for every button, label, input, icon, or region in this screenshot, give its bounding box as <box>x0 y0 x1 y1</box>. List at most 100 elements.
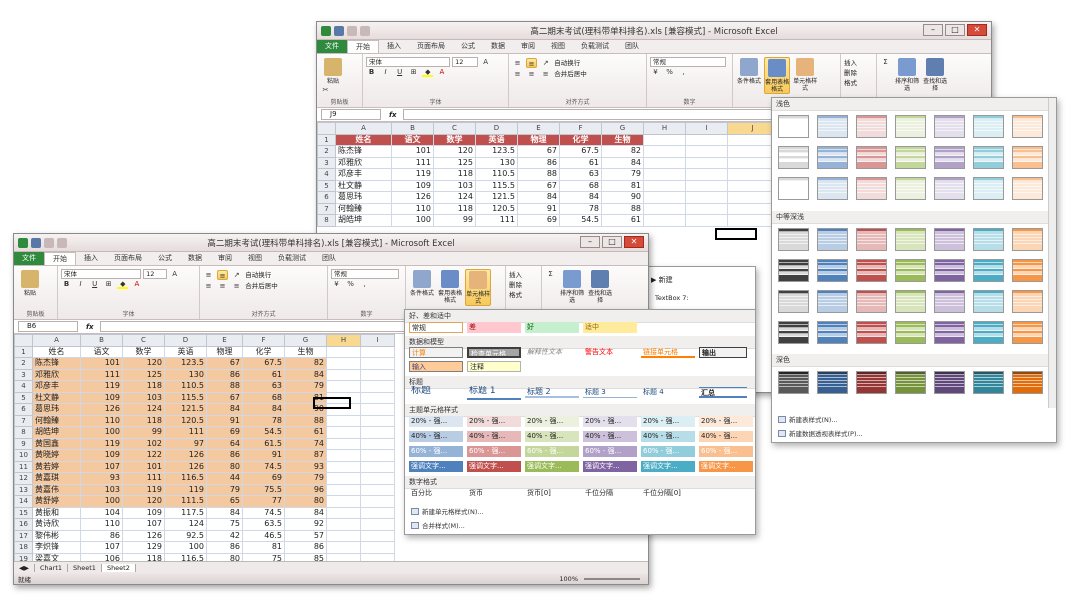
header-cell[interactable]: 数学 <box>433 133 476 146</box>
style-normal[interactable]: 常规 <box>409 322 463 333</box>
back-sheet-grid[interactable]: ABCDEFGHIJ 1 姓名 语文 数学 英语 物理 化学 生物 2 陈杰锋 101 120 123.… <box>317 122 778 227</box>
data-cell[interactable]: 61 <box>242 368 285 381</box>
theme-style-3-2[interactable]: 60% - 强... <box>467 446 521 457</box>
border-icon[interactable]: ⊞ <box>408 67 419 77</box>
data-cell[interactable]: 67 <box>517 179 560 192</box>
front-sheet-grid[interactable]: ABCDEFGHI 1 姓名 语文 数学 英语 物理 化学 生物 2 陈杰锋 101 120 123.5… <box>14 334 395 584</box>
table-style-swatch[interactable] <box>1012 228 1043 251</box>
table-row[interactable]: 9 黄国鑫 119 102 97 64 61.5 74 <box>14 437 395 450</box>
data-cell[interactable]: 63.5 <box>242 518 285 531</box>
style-output[interactable]: 输出 <box>699 347 747 358</box>
data-cell[interactable]: 54.5 <box>559 214 602 227</box>
table-style-swatch[interactable] <box>1012 259 1043 282</box>
comma-icon[interactable]: , <box>359 279 370 289</box>
align-right-icon[interactable]: ≡ <box>231 281 242 291</box>
data-cell[interactable]: 邓雅欣 <box>335 156 392 169</box>
sheet-tab-sheet2[interactable]: Sheet2 <box>101 563 136 572</box>
data-cell[interactable]: 84 <box>284 368 327 381</box>
data-cell[interactable]: 88 <box>517 168 560 181</box>
data-cell[interactable]: 何翰臻 <box>335 202 392 215</box>
empty-cell[interactable] <box>685 202 728 215</box>
table-style-swatch[interactable] <box>895 371 926 394</box>
data-cell[interactable]: 104 <box>80 506 123 519</box>
empty-cell[interactable] <box>360 529 395 542</box>
data-cell[interactable]: 李炽锋 <box>32 541 81 554</box>
align-middle-icon[interactable]: ≡ <box>217 270 229 280</box>
style-linked-cell[interactable]: 链接单元格 <box>641 347 695 358</box>
data-cell[interactable]: 57 <box>284 529 327 542</box>
table-style-swatch[interactable] <box>856 177 887 200</box>
row-number[interactable]: 5 <box>317 179 336 192</box>
data-cell[interactable]: 79 <box>206 483 243 496</box>
data-cell[interactable]: 100 <box>80 426 123 439</box>
empty-cell[interactable] <box>643 191 686 204</box>
table-style-swatch[interactable] <box>973 228 1004 251</box>
table-style-swatch[interactable] <box>973 177 1004 200</box>
theme-style-1-5[interactable]: 20% - 强... <box>641 416 695 427</box>
empty-cell[interactable] <box>326 529 361 542</box>
data-cell[interactable]: 118 <box>122 414 165 427</box>
theme-style-2-2[interactable]: 40% - 强... <box>467 431 521 442</box>
data-cell[interactable]: 80 <box>284 495 327 508</box>
sheet-tab-chart1[interactable]: Chart1 <box>35 563 68 572</box>
data-cell[interactable]: 124 <box>164 518 207 531</box>
data-cell[interactable]: 邓彦丰 <box>32 380 81 393</box>
empty-cell[interactable] <box>643 145 686 158</box>
data-cell[interactable]: 126 <box>80 403 123 416</box>
data-cell[interactable]: 109 <box>80 449 123 462</box>
insert-button[interactable]: 插入 <box>844 57 873 67</box>
data-cell[interactable]: 117.5 <box>164 506 207 519</box>
align-top-icon[interactable]: ≡ <box>203 270 214 280</box>
table-row[interactable]: 2 陈杰锋 101 120 123.5 67 67.5 82 <box>14 357 395 370</box>
sort-filter-button[interactable]: 排序和筛选 <box>894 57 920 92</box>
table-style-swatch[interactable] <box>934 228 965 251</box>
fx-icon[interactable]: fx <box>86 323 94 331</box>
style-percent[interactable]: 百分比 <box>409 488 463 499</box>
table-row[interactable]: 14 黄舒婷 100 120 111.5 65 77 80 <box>14 495 395 508</box>
border-icon[interactable]: ⊞ <box>103 279 114 289</box>
bold-icon[interactable]: B <box>61 279 72 289</box>
tab-file[interactable]: 文件 <box>317 40 347 53</box>
row-number[interactable]: 10 <box>14 449 33 462</box>
table-style-swatch[interactable] <box>817 259 848 282</box>
find-select-button[interactable]: 查找和选择 <box>587 269 613 304</box>
conditional-format-button[interactable]: 条件格式 <box>409 269 435 297</box>
comma-icon[interactable]: , <box>678 67 689 77</box>
data-cell[interactable]: 110.5 <box>475 168 518 181</box>
table-row[interactable]: 3 邓雅欣 111 125 130 86 61 84 <box>317 156 778 169</box>
data-cell[interactable]: 92.5 <box>164 529 207 542</box>
empty-cell[interactable] <box>326 357 361 370</box>
data-cell[interactable]: 102 <box>122 437 165 450</box>
format-button[interactable]: 格式 <box>509 289 538 299</box>
minimize-button[interactable]: – <box>923 24 943 36</box>
empty-cell[interactable] <box>643 156 686 169</box>
empty-cell[interactable] <box>727 191 778 204</box>
table-row[interactable]: 2 陈杰锋 101 120 123.5 67 67.5 82 <box>317 145 778 158</box>
font-size-select[interactable]: 12 <box>143 269 168 279</box>
cell-styles-button[interactable]: 单元格样式 <box>465 269 492 306</box>
table-row[interactable]: 4 邓彦丰 119 118 110.5 88 63 79 <box>14 380 395 393</box>
merge-styles-item[interactable]: 合并样式(M)... <box>411 520 465 530</box>
empty-cell[interactable] <box>685 179 728 192</box>
data-cell[interactable]: 63 <box>242 380 285 393</box>
theme-style-4-6[interactable]: 强调文字... <box>699 461 753 472</box>
empty-cell[interactable] <box>360 483 395 496</box>
data-cell[interactable]: 67.5 <box>242 357 285 370</box>
style-check-cell[interactable]: 检查单元格 <box>467 347 521 358</box>
data-cell[interactable]: 胡皓坤 <box>32 426 81 439</box>
row-number[interactable]: 18 <box>14 541 33 554</box>
maximize-button[interactable]: □ <box>602 236 622 248</box>
format-button[interactable]: 格式 <box>844 77 873 87</box>
data-cell[interactable]: 86 <box>206 449 243 462</box>
empty-cell[interactable] <box>360 368 395 381</box>
data-cell[interactable]: 86 <box>206 368 243 381</box>
align-center-icon[interactable]: ≡ <box>526 69 537 79</box>
empty-cell[interactable] <box>326 518 361 531</box>
data-cell[interactable]: 110 <box>80 518 123 531</box>
empty-cell[interactable] <box>360 460 395 473</box>
row-number[interactable]: 11 <box>14 460 33 473</box>
header-cell[interactable]: 生物 <box>601 133 644 146</box>
empty-cell[interactable] <box>360 403 395 416</box>
data-cell[interactable]: 84 <box>517 191 560 204</box>
data-cell[interactable]: 胡皓坤 <box>335 214 392 227</box>
